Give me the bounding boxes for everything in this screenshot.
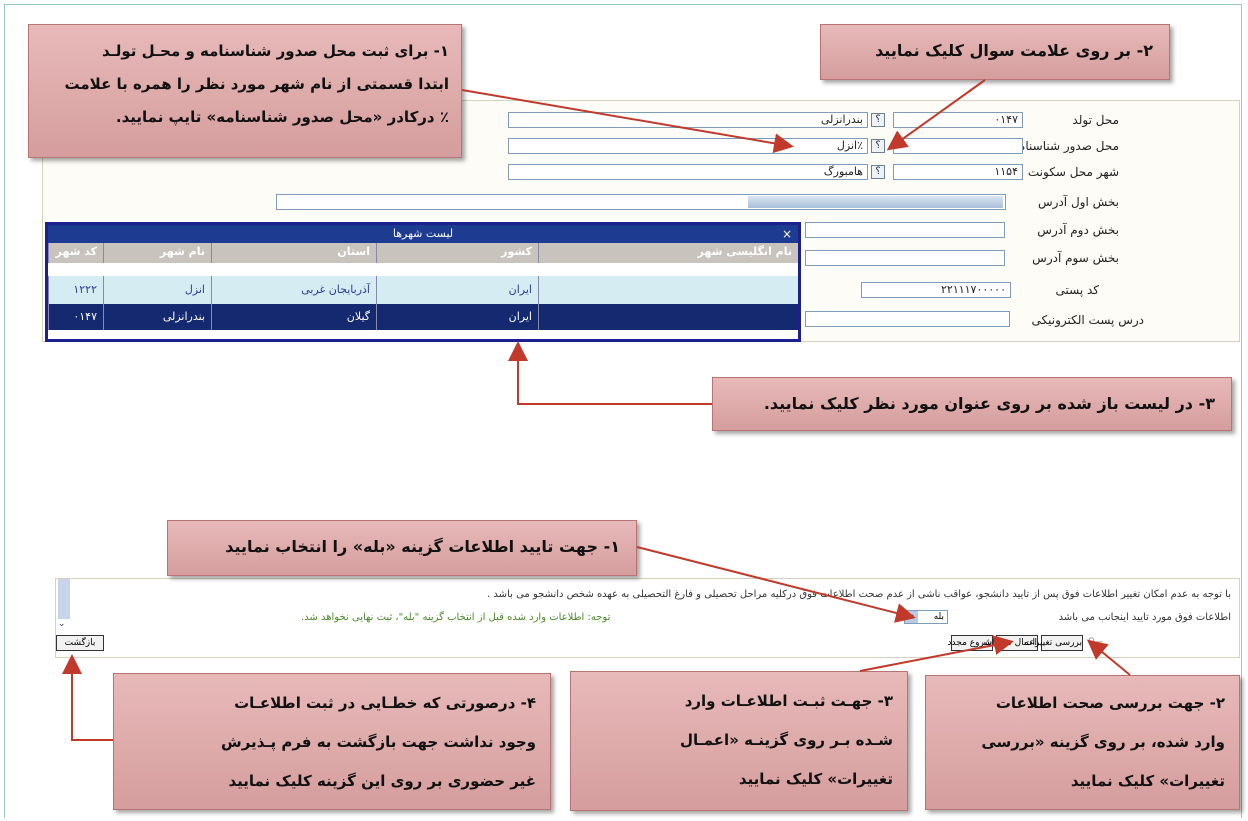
arrow-step2-top bbox=[886, 79, 986, 151]
arrow-step1-top bbox=[461, 89, 794, 154]
arrow-step3-top bbox=[508, 341, 712, 405]
arrow-step3-bottom bbox=[859, 635, 1014, 672]
arrow-step2-bottom bbox=[1086, 639, 1131, 676]
arrow-step4-bottom bbox=[62, 654, 113, 741]
arrow-step1-bottom bbox=[636, 546, 916, 623]
annotation-arrows bbox=[62, 79, 1131, 741]
